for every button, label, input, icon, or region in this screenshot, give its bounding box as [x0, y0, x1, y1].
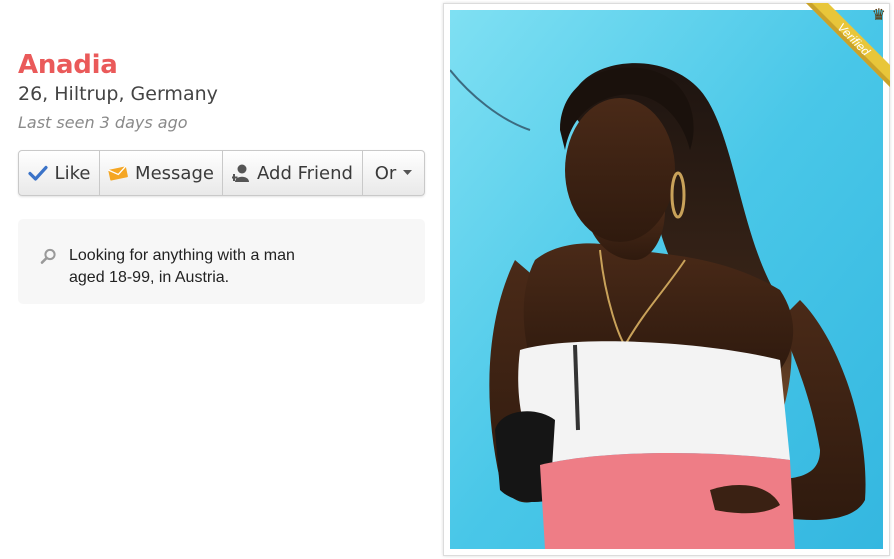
search-icon: [40, 245, 57, 304]
add-friend-label: Add Friend: [257, 162, 353, 184]
crown-icon: ♛: [871, 7, 886, 24]
or-label: Or: [374, 162, 397, 184]
profile-page: Anadia 26, Hiltrup, Germany Last seen 3 …: [0, 0, 894, 559]
action-button-group: Like Message Add Friend Or: [18, 150, 425, 196]
last-seen: Last seen 3 days ago: [18, 113, 188, 132]
add-person-icon: [232, 163, 250, 183]
like-label: Like: [54, 162, 91, 184]
caret-down-icon: [403, 170, 413, 176]
verified-badge: Verified ♛: [806, 3, 890, 87]
more-options-dropdown[interactable]: Or: [363, 151, 424, 195]
profile-photo-frame: Verified ♛: [443, 3, 890, 556]
profile-location: 26, Hiltrup, Germany: [18, 83, 218, 105]
verified-label: Verified: [834, 20, 873, 59]
add-friend-button[interactable]: Add Friend: [223, 151, 363, 195]
check-icon: [27, 165, 48, 181]
message-label: Message: [135, 162, 214, 184]
profile-name: Anadia: [18, 50, 118, 80]
envelope-icon: [108, 165, 128, 181]
profile-photo[interactable]: [450, 10, 883, 549]
looking-for-panel: Looking for anything with a man aged 18-…: [18, 219, 425, 304]
looking-for-text: Looking for anything with a man aged 18-…: [69, 247, 295, 286]
message-button[interactable]: Message: [100, 151, 223, 195]
like-button[interactable]: Like: [19, 151, 100, 195]
